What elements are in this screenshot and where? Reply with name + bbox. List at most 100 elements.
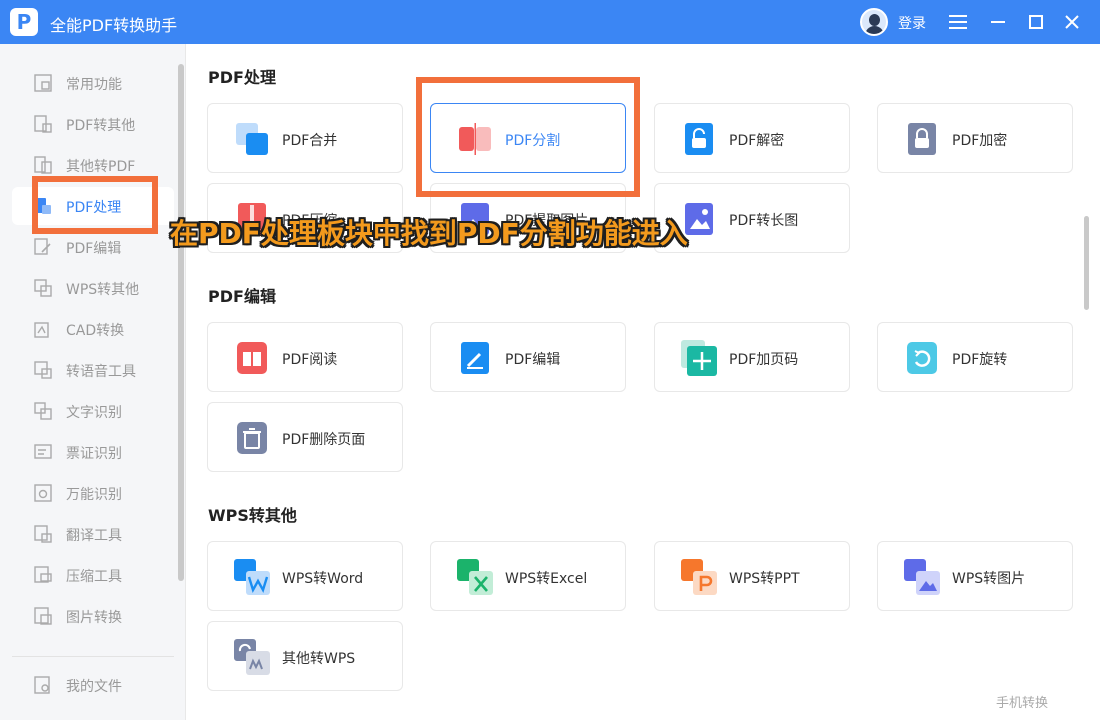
sidebar-item-label: 我的文件 [66,679,122,695]
sidebar-item-label: 图片转换 [66,610,122,626]
card-label: PDF合并 [282,133,338,149]
sidebar-item-label: 万能识别 [66,487,122,503]
section-title-wps-to-other: WPS转其他 [208,506,297,525]
card-label: PDF编辑 [505,352,561,368]
wps-icon [34,279,52,297]
card-wps-to-image[interactable]: WPS转图片 [877,541,1073,611]
annotation-text: 在PDF处理板块中找到PDF分割功能进入 [170,217,688,250]
app-title: 全能PDF转换助手 [50,16,178,35]
grid-icon [34,74,52,92]
mobile-convert-link[interactable]: 手机转换 [996,692,1048,711]
card-label: PDF解密 [729,133,785,149]
card-label: PDF转长图 [729,213,799,229]
app-logo-letter: P [16,10,32,34]
maximize-icon[interactable] [1024,10,1048,34]
section-title-pdf-process: PDF处理 [208,68,276,87]
card-other-to-wps[interactable]: 其他转WPS [207,621,403,691]
card-pdf-rotate[interactable]: PDF旋转 [877,322,1073,392]
wps-ppt-icon [681,559,717,595]
add-page-icon [681,340,717,376]
lock-icon [908,123,936,155]
sidebar-item-translate[interactable]: 翻译工具 [12,515,174,553]
sidebar-item-label: CAD转换 [66,323,125,339]
highlight-box-sidebar [32,176,158,234]
card-wps-to-word[interactable]: WPS转Word [207,541,403,611]
card-pdf-add-page-number[interactable]: PDF加页码 [654,322,850,392]
sidebar-item-universal[interactable]: 万能识别 [12,474,174,512]
wps-image-icon [904,559,940,595]
merge-icon [236,123,268,155]
sidebar-item-compress[interactable]: 压缩工具 [12,556,174,594]
card-label: PDF阅读 [282,352,338,368]
rotate-icon [907,342,937,374]
login-button[interactable]: 登录 [898,13,926,33]
sidebar: 常用功能 PDF转其他 其他转PDF PDF处理 PDF编辑 WPS转其他 CA… [0,44,186,720]
sidebar-item-pdf-to-other[interactable]: PDF转其他 [12,105,174,143]
card-label: PDF加密 [952,133,1008,149]
menu-icon[interactable] [946,10,970,34]
sidebar-item-voice[interactable]: 转语音工具 [12,351,174,389]
translate-icon [34,525,52,543]
minimize-icon[interactable] [986,10,1010,34]
pdf-export-icon [34,115,52,133]
trash-icon [237,422,267,454]
card-label: WPS转图片 [952,571,1026,587]
other-to-wps-icon [234,639,270,675]
highlight-box-split-card [416,77,640,197]
sidebar-item-my-files[interactable]: 我的文件 [12,666,174,704]
card-label: PDF删除页面 [282,432,366,448]
card-pdf-edit[interactable]: PDF编辑 [430,322,626,392]
card-label: WPS转PPT [729,571,800,587]
close-icon[interactable] [1060,10,1084,34]
card-pdf-delete-page[interactable]: PDF删除页面 [207,402,403,472]
sidebar-item-ticket[interactable]: 票证识别 [12,433,174,471]
card-label: WPS转Excel [505,571,588,587]
sidebar-item-wps-to-other[interactable]: WPS转其他 [12,269,174,307]
card-label: PDF加页码 [729,352,799,368]
ticket-icon [34,444,52,459]
sidebar-item-common[interactable]: 常用功能 [12,64,174,102]
avatar[interactable] [860,8,888,36]
sidebar-item-label: PDF编辑 [66,241,122,257]
cad-icon [34,322,49,338]
card-pdf-read[interactable]: PDF阅读 [207,322,403,392]
card-label: WPS转Word [282,571,364,587]
card-wps-to-excel[interactable]: WPS转Excel [430,541,626,611]
sidebar-item-cad[interactable]: CAD转换 [12,310,174,348]
image-icon [34,607,52,625]
voice-icon [34,361,52,379]
sidebar-item-label: 翻译工具 [66,528,122,544]
sidebar-item-label: 票证识别 [66,446,122,462]
sidebar-item-label: 转语音工具 [66,364,136,380]
title-bar: P 全能PDF转换助手 登录 [0,0,1100,44]
card-wps-to-ppt[interactable]: WPS转PPT [654,541,850,611]
read-icon [237,342,267,374]
unlock-icon [685,123,713,155]
sidebar-item-label: WPS转其他 [66,282,140,298]
section-title-pdf-edit: PDF编辑 [208,287,276,306]
sidebar-item-label: 文字识别 [66,405,122,421]
wps-word-icon [234,559,270,595]
pdf-import-icon [34,156,52,174]
app-logo: P [10,8,38,36]
ocr-icon [34,402,52,420]
wps-excel-icon [457,559,493,595]
edit-icon [461,342,489,374]
main-scrollbar[interactable] [1084,216,1089,310]
sidebar-scrollbar[interactable] [178,64,184,581]
pdf-edit-icon [34,238,51,255]
sidebar-item-label: 压缩工具 [66,569,122,585]
sidebar-divider [12,656,174,657]
sidebar-item-ocr[interactable]: 文字识别 [12,392,174,430]
card-pdf-decrypt[interactable]: PDF解密 [654,103,850,173]
card-label: PDF旋转 [952,352,1008,368]
eye-icon [34,484,52,502]
sidebar-item-label: 其他转PDF [66,159,136,175]
sidebar-item-label: 常用功能 [66,77,122,93]
card-pdf-merge[interactable]: PDF合并 [207,103,403,173]
zip-icon [34,566,52,583]
sidebar-item-image[interactable]: 图片转换 [12,597,174,635]
card-label: 其他转WPS [282,651,356,667]
card-pdf-encrypt[interactable]: PDF加密 [877,103,1073,173]
file-icon [34,676,50,694]
